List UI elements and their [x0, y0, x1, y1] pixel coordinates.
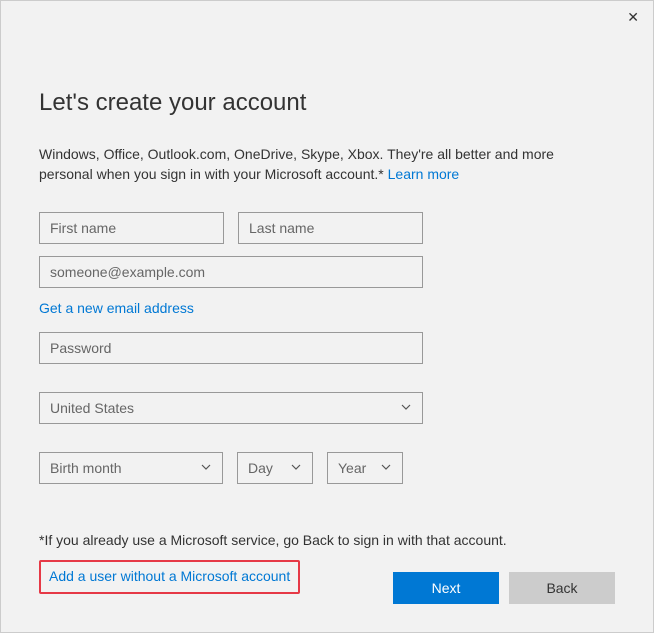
- firstname-placeholder: First name: [50, 220, 116, 236]
- chevron-down-icon: [400, 400, 412, 416]
- country-selected: United States: [50, 400, 134, 416]
- button-row: Next Back: [393, 572, 615, 604]
- footnote-text: *If you already use a Microsoft service,…: [39, 532, 615, 548]
- page-title: Let's create your account: [39, 89, 615, 117]
- lastname-placeholder: Last name: [249, 220, 314, 236]
- chevron-down-icon: [380, 460, 392, 476]
- get-new-email-link[interactable]: Get a new email address: [39, 300, 615, 316]
- email-input[interactable]: someone@example.com: [39, 256, 423, 288]
- password-placeholder: Password: [50, 340, 111, 356]
- dialog-content: Let's create your account Windows, Offic…: [1, 1, 653, 594]
- close-icon[interactable]: ✕: [627, 9, 639, 26]
- birth-year-label: Year: [338, 460, 366, 476]
- lastname-input[interactable]: Last name: [238, 212, 423, 244]
- highlight-annotation: Add a user without a Microsoft account: [39, 560, 300, 594]
- description-text: Windows, Office, Outlook.com, OneDrive, …: [39, 145, 599, 184]
- birth-day-label: Day: [248, 460, 273, 476]
- firstname-input[interactable]: First name: [39, 212, 224, 244]
- birth-month-label: Birth month: [50, 460, 122, 476]
- chevron-down-icon: [200, 460, 212, 476]
- country-select[interactable]: United States: [39, 392, 423, 424]
- next-button[interactable]: Next: [393, 572, 499, 604]
- learn-more-link[interactable]: Learn more: [388, 166, 460, 182]
- email-placeholder: someone@example.com: [50, 264, 205, 280]
- password-input[interactable]: Password: [39, 332, 423, 364]
- birth-month-select[interactable]: Birth month: [39, 452, 223, 484]
- birth-day-select[interactable]: Day: [237, 452, 313, 484]
- birth-year-select[interactable]: Year: [327, 452, 403, 484]
- add-user-without-account-link[interactable]: Add a user without a Microsoft account: [49, 568, 290, 584]
- back-button[interactable]: Back: [509, 572, 615, 604]
- description-pre: Windows, Office, Outlook.com, OneDrive, …: [39, 146, 554, 182]
- chevron-down-icon: [290, 460, 302, 476]
